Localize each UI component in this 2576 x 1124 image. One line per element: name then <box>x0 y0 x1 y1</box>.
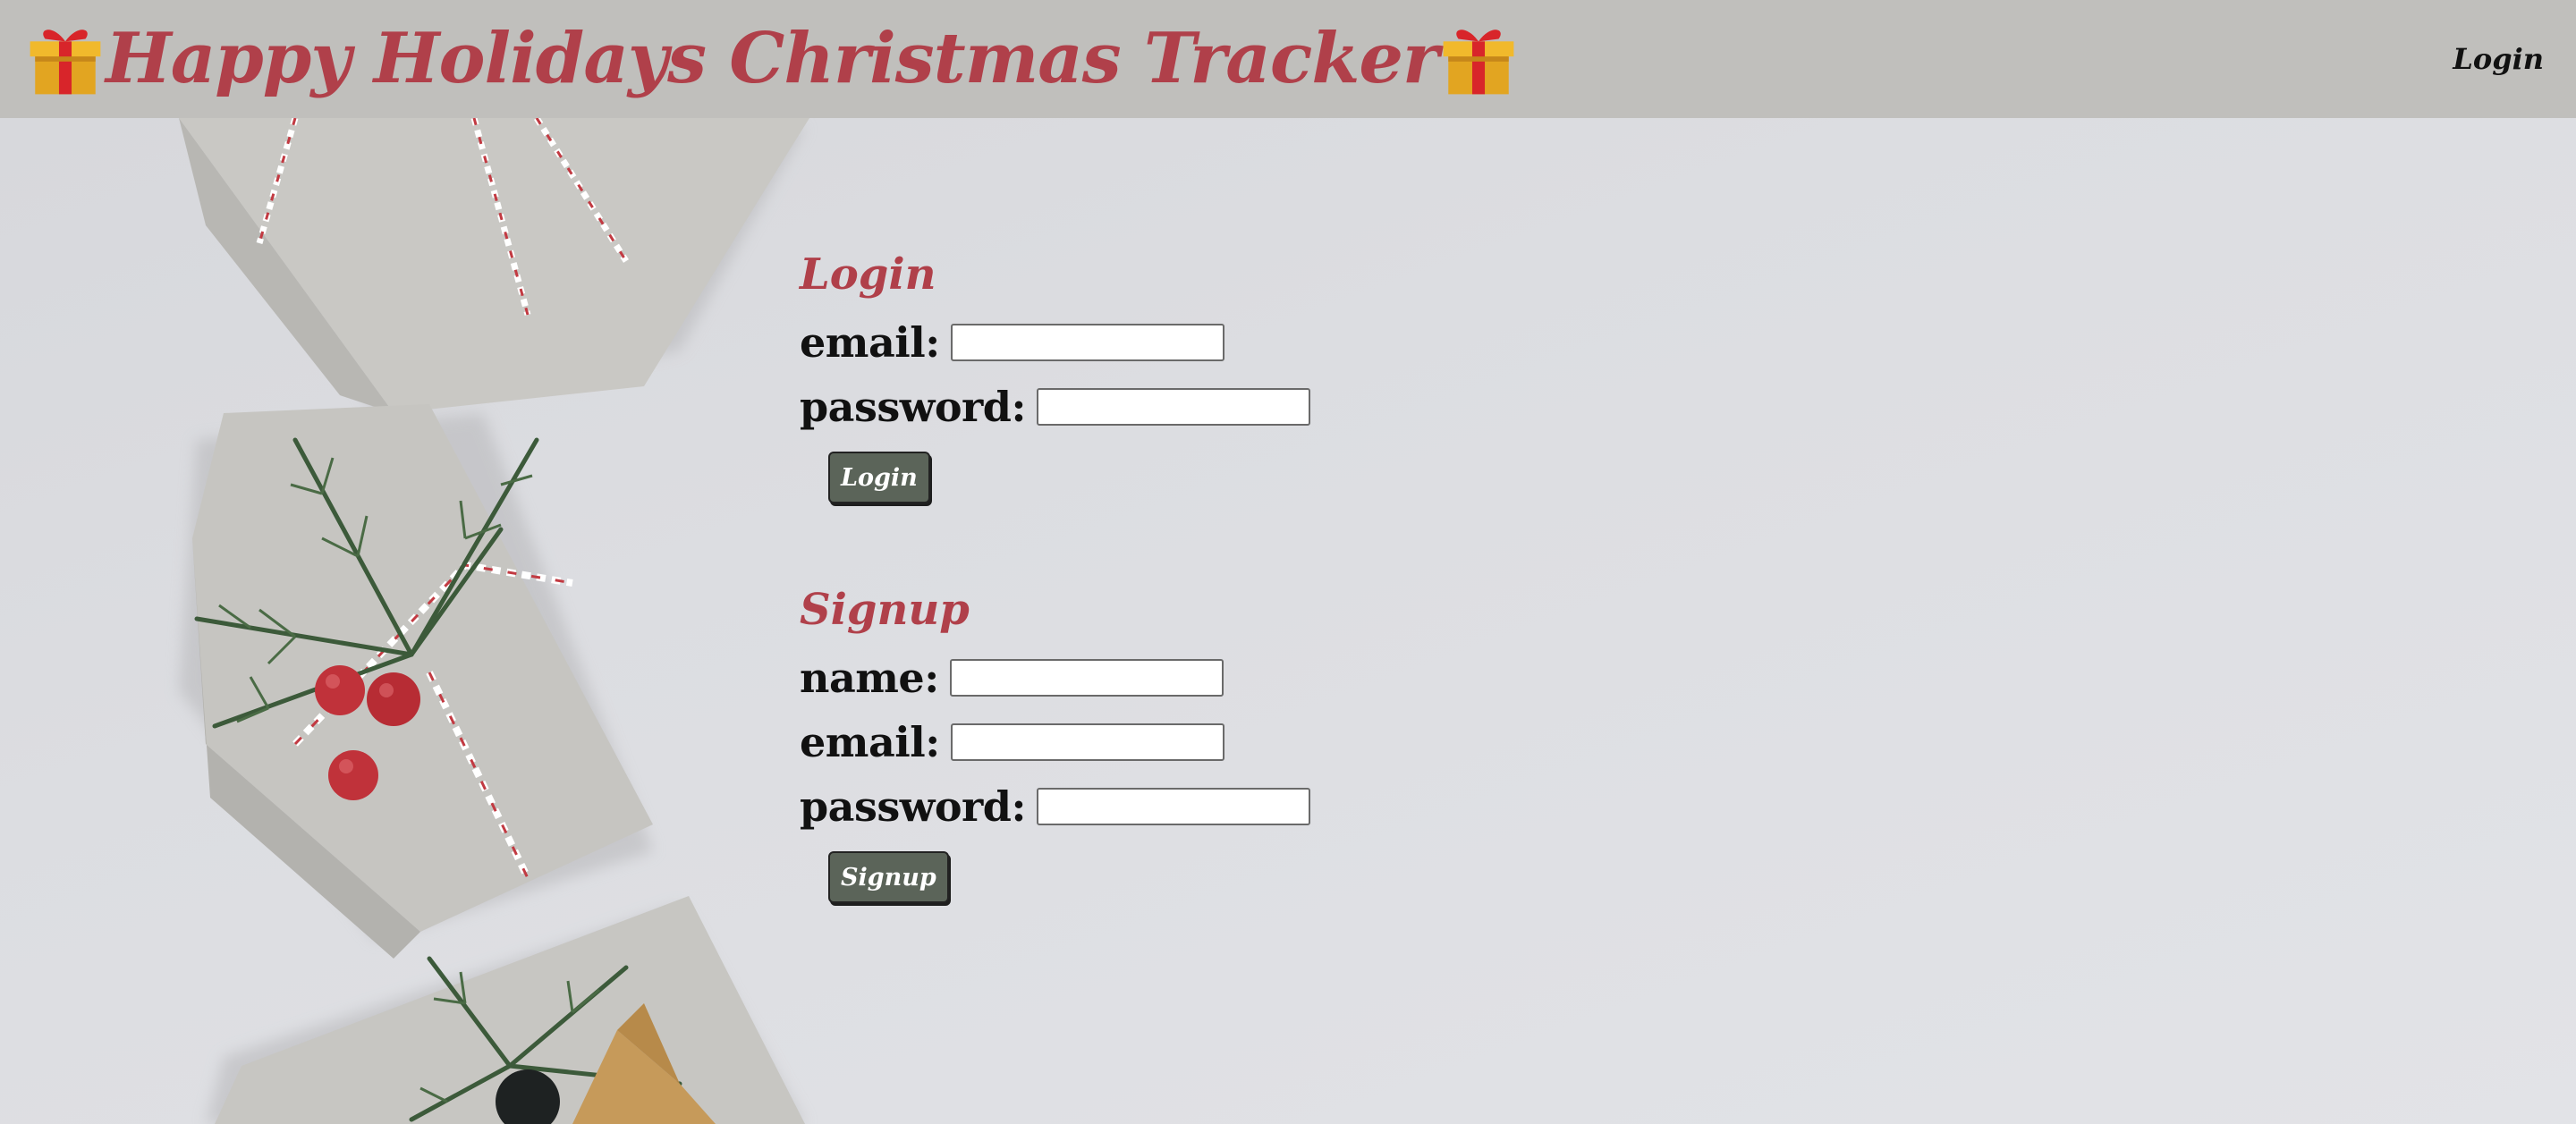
signup-email-label: email: <box>800 718 940 767</box>
header-bar: Happy Holidays Christmas Tracker Login <box>0 0 2576 118</box>
signup-form: Signup name: email: password: Signup <box>800 585 1310 904</box>
login-email-input[interactable] <box>950 324 1224 362</box>
login-form: Login email: password: Login <box>800 249 1310 504</box>
signup-name-label: name: <box>800 654 939 703</box>
login-email-label: email: <box>800 318 940 368</box>
signup-password-label: password: <box>800 782 1026 832</box>
login-email-row: email: <box>800 310 1310 375</box>
signup-button[interactable]: Signup <box>828 851 949 904</box>
signup-name-row: name: <box>800 646 1310 710</box>
signup-name-input[interactable] <box>949 659 1224 697</box>
app-title: Happy Holidays Christmas Tracker <box>106 18 1439 99</box>
presents-background-image <box>179 118 809 1124</box>
signup-email-row: email: <box>800 710 1310 774</box>
nav-login-link[interactable]: Login <box>2453 42 2544 76</box>
login-password-label: password: <box>800 383 1026 432</box>
gift-icon <box>1443 30 1514 95</box>
login-password-input[interactable] <box>1036 388 1310 427</box>
signup-email-input[interactable] <box>950 723 1224 762</box>
main-content: Login email: password: Login Signup name… <box>800 249 1310 904</box>
signup-password-row: password: <box>800 774 1310 839</box>
login-password-row: password: <box>800 375 1310 439</box>
gift-icon <box>30 30 101 95</box>
signup-password-input[interactable] <box>1036 788 1310 826</box>
login-button[interactable]: Login <box>828 452 930 504</box>
brand: Happy Holidays Christmas Tracker <box>25 0 1519 118</box>
signup-heading: Signup <box>800 585 970 636</box>
login-heading: Login <box>800 249 936 300</box>
